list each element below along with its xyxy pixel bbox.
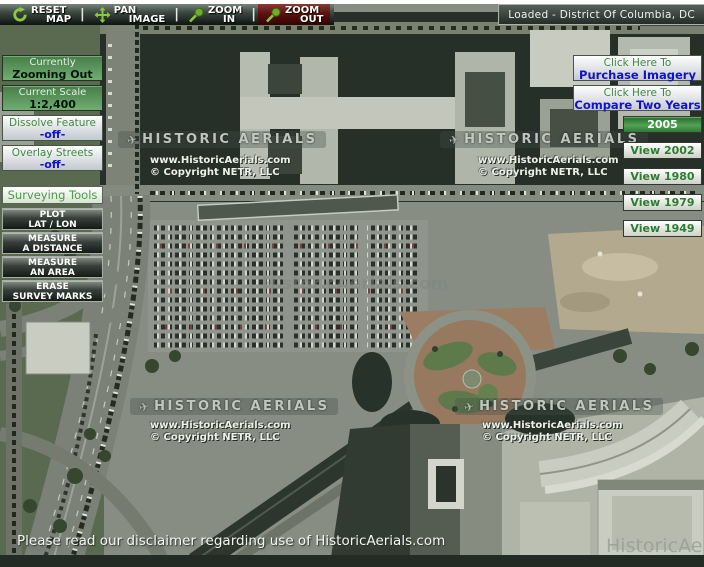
zoom-in-button[interactable]: ZOOMIN <box>181 4 249 25</box>
year-label: View 2002 <box>630 144 694 157</box>
watermark-text: HISTORIC AERIALS <box>479 399 654 414</box>
zoom-out-icon <box>265 7 282 23</box>
plane-icon: ✈ <box>448 132 461 148</box>
toolbar-separator: | <box>78 7 87 22</box>
watermark-url: www.HistoricAerials.com <box>150 155 291 167</box>
historic-aerials-app: ✈ HISTORIC AERIALS ✈ HISTORIC AERIALS ✈ … <box>0 0 704 567</box>
toolbar-separator: | <box>172 7 181 22</box>
watermark-text: HISTORIC AERIALS <box>464 132 639 147</box>
current-action-value: Zooming Out <box>3 69 102 81</box>
watermark-copyright-block: www.HistoricAerials.com © Copyright NETR… <box>150 420 291 444</box>
reset-map-button[interactable]: RESETMAP <box>4 4 78 25</box>
erase-survey-marks-button[interactable]: ERASE SURVEY MARKS <box>2 280 103 302</box>
plane-icon: ✈ <box>138 399 151 415</box>
button-line: ERASE <box>3 282 102 292</box>
measure-distance-button[interactable]: MEASURE A DISTANCE <box>2 232 103 254</box>
overlay-streets-toggle[interactable]: Overlay Streets -off- <box>2 145 103 171</box>
button-line: PLOT <box>3 210 102 220</box>
plane-icon: ✈ <box>463 399 476 415</box>
pan-icon <box>94 7 111 23</box>
button-label: OUT <box>285 15 323 24</box>
year-button-1979[interactable]: View 1979 <box>623 194 702 211</box>
year-button-2005[interactable]: 2005 <box>623 116 702 133</box>
watermark-banner: ✈ HISTORIC AERIALS <box>118 131 326 148</box>
dissolve-feature-toggle[interactable]: Dissolve Feature -off- <box>2 115 103 141</box>
watermark-text: HISTORIC AERIALS <box>154 399 329 414</box>
watermark-copyright-line: © Copyright NETR, LLC <box>478 167 619 179</box>
button-line: SURVEY MARKS <box>3 292 102 302</box>
watermark-url: www.HistoricAerials.com <box>150 420 291 432</box>
reset-icon <box>11 7 28 23</box>
dissolve-feature-value: -off- <box>3 129 102 141</box>
watermark-copyright-line: © Copyright NETR, LLC <box>150 432 291 444</box>
bottom-road-strip <box>0 555 704 567</box>
year-label: 2005 <box>647 118 678 131</box>
current-scale-box: Current Scale 1:2,400 <box>2 85 103 111</box>
year-label: View 1980 <box>630 170 694 183</box>
button-line: AN AREA <box>3 268 102 278</box>
year-label: View 1949 <box>630 222 694 235</box>
zoom-in-icon <box>188 7 205 23</box>
watermark-copyright-block: www.HistoricAerials.com © Copyright NETR… <box>478 155 619 179</box>
year-label: View 1979 <box>630 196 694 209</box>
button-label: IN <box>208 15 242 24</box>
purchase-imagery-button[interactable]: Click Here To Purchase Imagery <box>573 55 702 81</box>
year-button-2002[interactable]: View 2002 <box>623 142 702 159</box>
watermark-text: HISTORIC AERIALS <box>142 132 317 147</box>
disclaimer-link[interactable]: Please read our disclaimer regarding use… <box>17 533 445 549</box>
watermark-copyright-line: © Copyright NETR, LLC <box>150 167 291 179</box>
button-line: MEASURE <box>3 258 102 268</box>
watermark-banner: ✈ HISTORIC AERIALS <box>130 398 338 415</box>
button-label: IMAGE <box>114 15 165 24</box>
plane-icon: ✈ <box>126 132 139 148</box>
zoom-out-button[interactable]: ZOOMOUT <box>258 4 330 25</box>
compare-two-years-button[interactable]: Click Here To Compare Two Years <box>573 85 702 111</box>
year-button-1980[interactable]: View 1980 <box>623 168 702 185</box>
watermark-banner: ✈ HISTORIC AERIALS <box>455 398 663 415</box>
button-line: MEASURE <box>3 234 102 244</box>
loaded-status: Loaded - District Of Columbia, DC <box>498 4 704 25</box>
button-label: MAP <box>31 15 71 24</box>
watermark-copyright-block: www.HistoricAerials.com © Copyright NETR… <box>150 155 291 179</box>
top-toolbar: RESETMAP | PANIMAGE | ZOOMIN | ZOOM <box>0 4 334 25</box>
measure-area-button[interactable]: MEASURE AN AREA <box>2 256 103 278</box>
year-button-1949[interactable]: View 1949 <box>623 220 702 237</box>
button-line: A DISTANCE <box>3 244 102 254</box>
pan-image-button[interactable]: PANIMAGE <box>87 4 172 25</box>
button-line: LAT / LON <box>3 220 102 230</box>
compare-line2: Compare Two Years <box>574 99 701 111</box>
watermark-faint: HistoricAerials.com <box>262 274 449 294</box>
current-scale-value: 1:2,400 <box>3 99 102 111</box>
surveying-tools-header: Surveying Tools <box>2 186 103 204</box>
loaded-status-text: Loaded - District Of Columbia, DC <box>508 9 695 21</box>
surveying-tools-label: Surveying Tools <box>8 188 98 202</box>
toolbar-separator: | <box>249 7 258 22</box>
overlay-streets-value: -off- <box>3 159 102 171</box>
watermark-banner: ✈ HISTORIC AERIALS <box>440 131 648 148</box>
current-action-box: Currently Zooming Out <box>2 55 103 81</box>
watermark-copyright-block: www.HistoricAerials.com © Copyright NETR… <box>482 420 623 444</box>
purchase-line2: Purchase Imagery <box>574 69 701 81</box>
plot-lat-lon-button[interactable]: PLOT LAT / LON <box>2 208 103 230</box>
watermark-url: www.HistoricAerials.com <box>482 420 623 432</box>
watermark-url: www.HistoricAerials.com <box>478 155 619 167</box>
watermark-corner: HistoricAeria <box>606 535 704 557</box>
watermark-copyright-line: © Copyright NETR, LLC <box>482 432 623 444</box>
